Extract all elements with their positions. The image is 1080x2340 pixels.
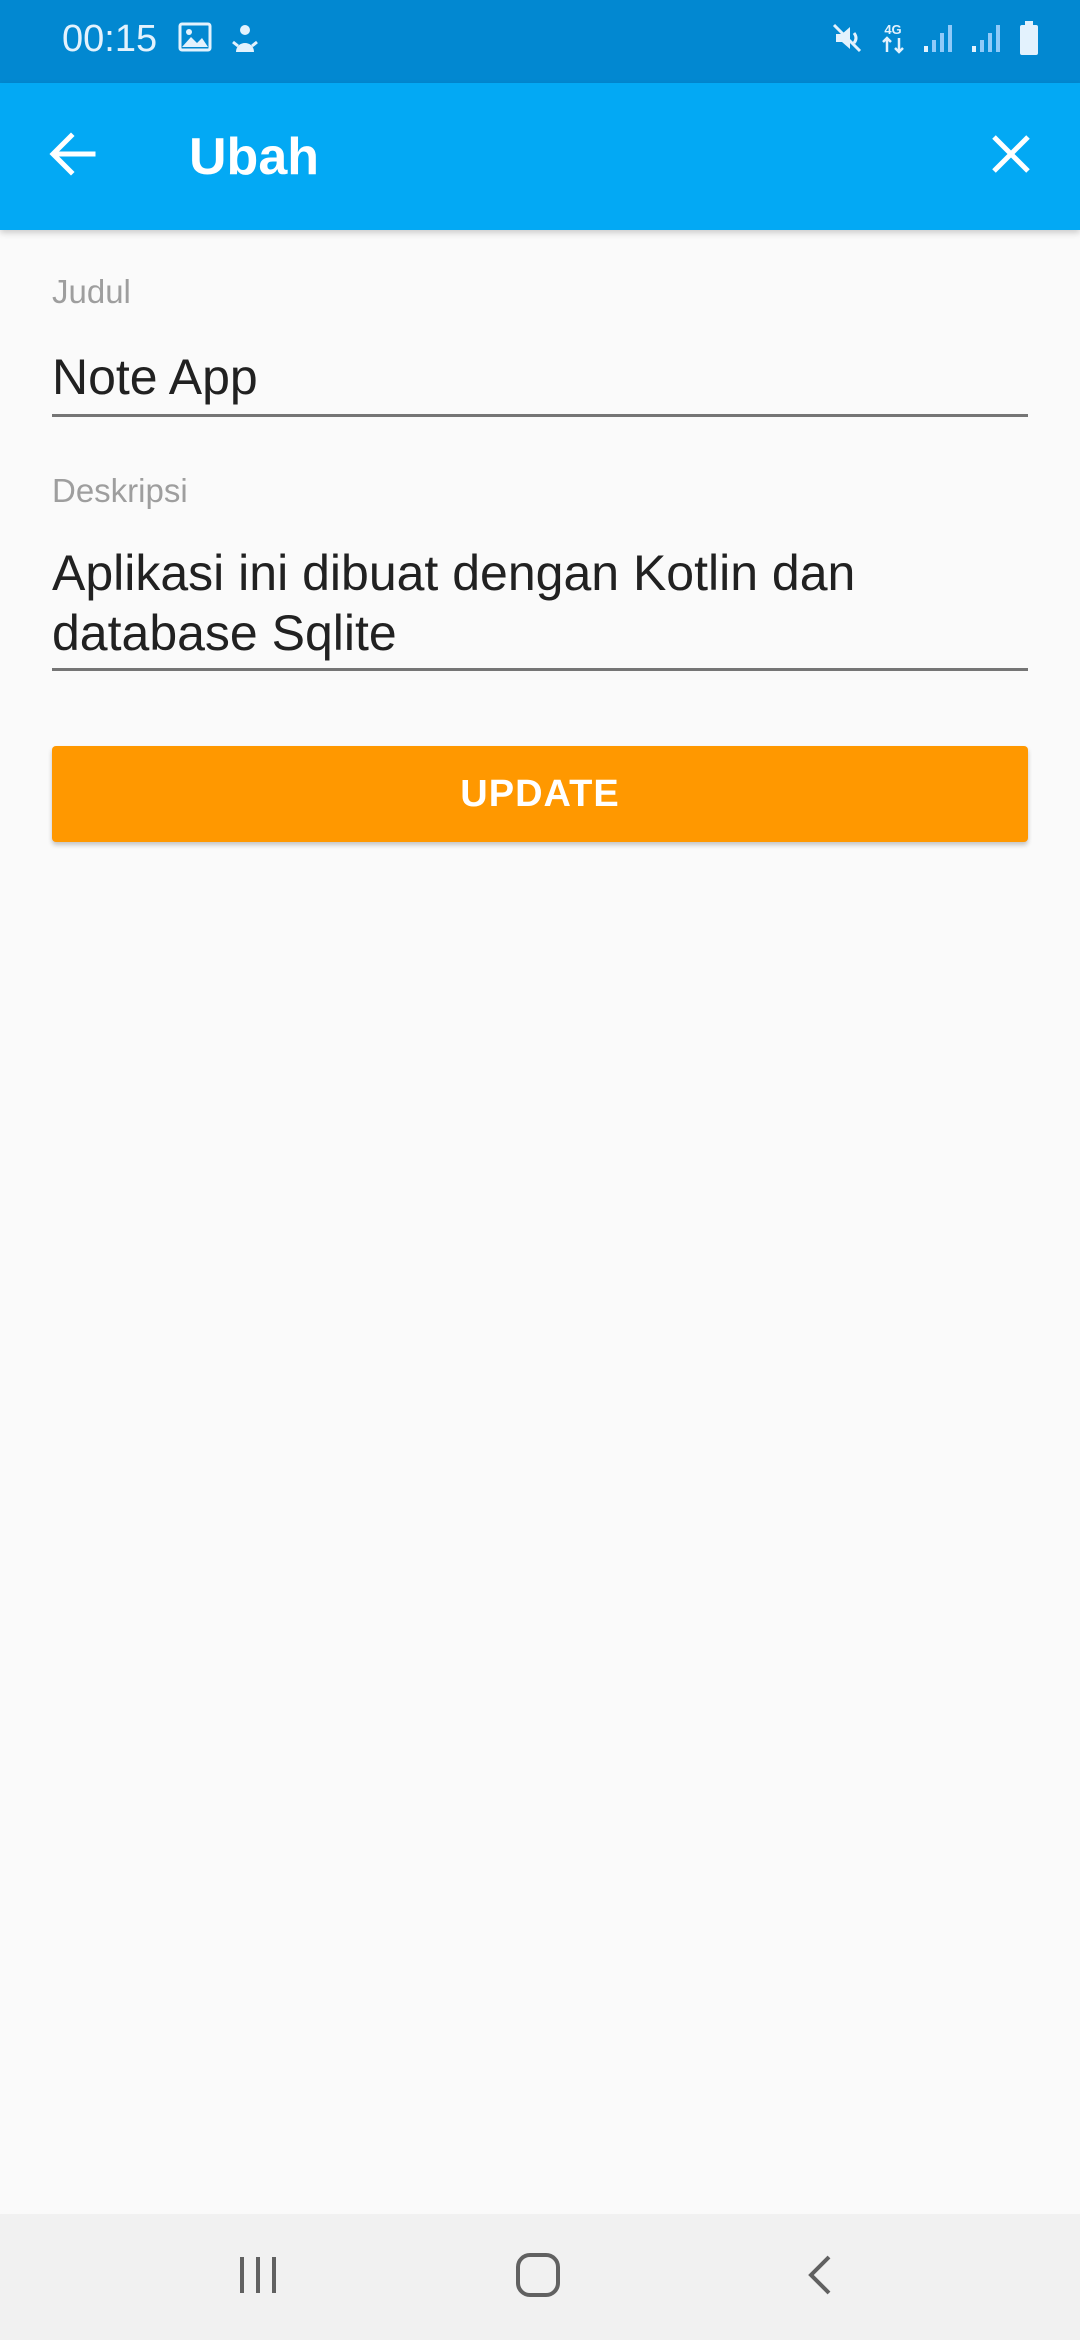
deskripsi-field: Deskripsi Aplikasi ini dibuat dengan Kot…: [52, 471, 1028, 671]
back-icon: [805, 2253, 835, 2302]
network-label: 4G: [884, 22, 901, 37]
battery-icon: [1018, 20, 1040, 56]
back-button[interactable]: [40, 123, 106, 189]
status-left-icons: [178, 22, 260, 54]
arrow-left-icon: [49, 131, 97, 181]
judul-field: Judul: [52, 272, 1028, 417]
app-bar: Ubah: [0, 83, 1080, 230]
signal-icon: [922, 22, 954, 54]
network-4g-icon: 4G: [880, 20, 906, 56]
judul-label: Judul: [52, 273, 131, 310]
deskripsi-input[interactable]: Aplikasi ini dibuat dengan Kotlin dan da…: [52, 543, 1028, 671]
home-button[interactable]: [503, 2244, 573, 2310]
update-button[interactable]: UPDATE: [52, 746, 1028, 842]
sailor-icon: [230, 22, 260, 54]
judul-input[interactable]: [52, 340, 1028, 417]
home-icon: [514, 2251, 562, 2304]
status-bar: 00:15 4G: [0, 0, 1080, 83]
image-icon: [178, 22, 212, 54]
status-time: 00:15: [62, 18, 158, 60]
mute-icon: [830, 21, 864, 55]
status-right-icons: 4G: [830, 20, 1040, 56]
close-icon: [991, 134, 1031, 179]
close-button[interactable]: [978, 123, 1044, 189]
recents-button[interactable]: [223, 2244, 293, 2310]
recents-icon: [236, 2255, 280, 2300]
page-title: Ubah: [189, 128, 319, 186]
nav-back-button[interactable]: [785, 2244, 855, 2310]
deskripsi-label: Deskripsi: [52, 472, 188, 509]
navigation-bar: [0, 2214, 1080, 2340]
signal-icon: [970, 22, 1002, 54]
